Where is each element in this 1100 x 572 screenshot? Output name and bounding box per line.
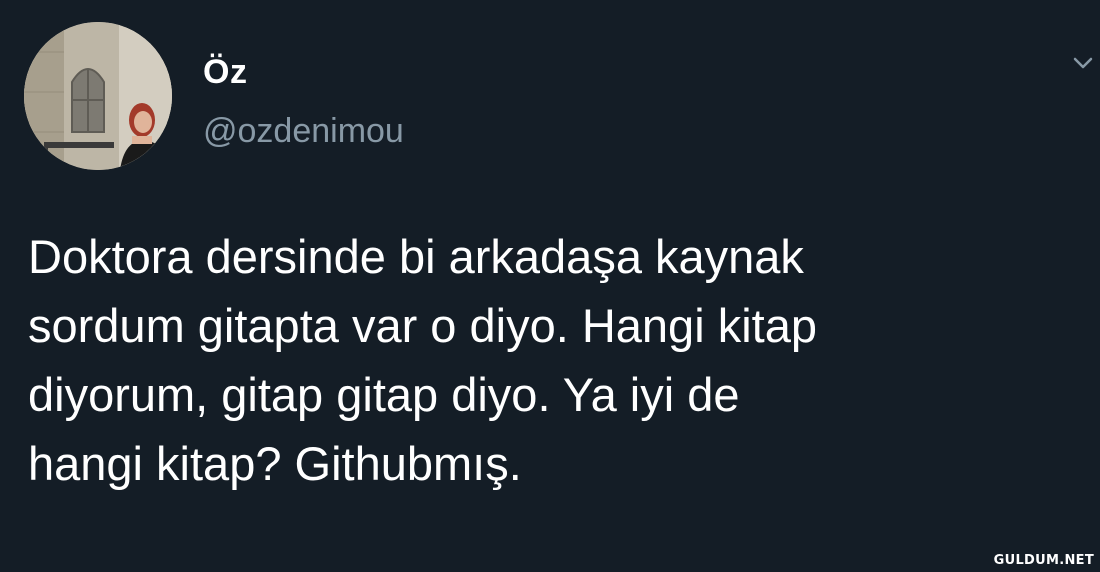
chevron-down-icon[interactable] [1070,50,1096,76]
profile-photo [24,22,172,170]
user-handle[interactable]: @ozdenimou [203,112,404,151]
tweet-card: Öz @ozdenimou Doktora dersinde bi arkada… [0,0,1100,572]
tweet-text: Doktora dersinde bi arkadaşa kaynak sord… [28,230,817,490]
watermark: GULDUM.NET [993,553,1094,568]
avatar[interactable] [24,22,172,170]
display-name[interactable]: Öz [203,53,247,92]
